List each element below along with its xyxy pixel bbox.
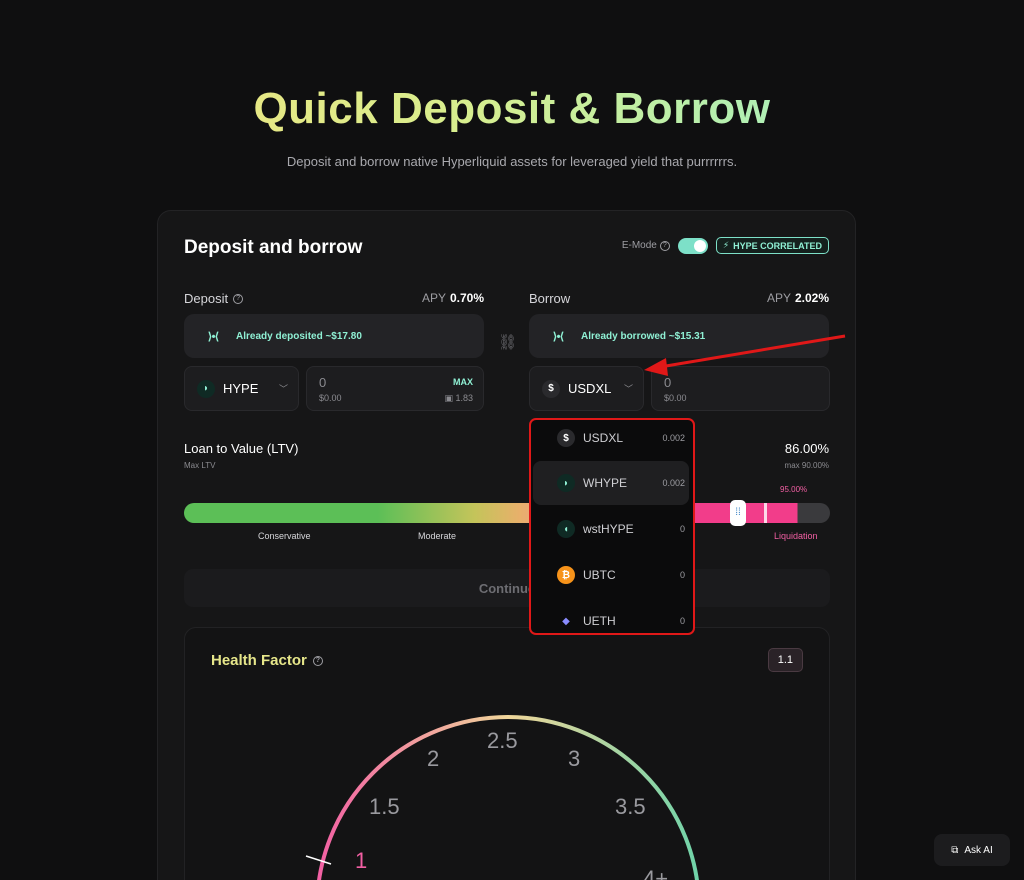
- health-factor-panel: Health Factor ? 1.1 1 1.5 2 2.5 3 3.5 4+: [184, 627, 830, 880]
- deposit-apy: APY 0.70%: [422, 291, 484, 306]
- max-button[interactable]: MAX: [453, 377, 473, 387]
- already-borrowed: ⟩•⟨ Already borrowed ~$15.31: [529, 314, 829, 358]
- borrow-label: Borrow: [529, 291, 571, 306]
- borrow-apy: APY 2.02%: [767, 291, 829, 306]
- asset-balance: 0.002: [662, 433, 685, 443]
- borrow-asset-name: USDXL: [568, 381, 612, 396]
- wallet-icon: ▣: [444, 393, 453, 403]
- link-icon[interactable]: ⛓: [498, 333, 517, 351]
- gauge-tick: 3.5: [615, 794, 646, 819]
- apy-label: APY: [421, 291, 446, 305]
- gauge-tick: 1: [355, 848, 367, 873]
- wallet-balance: ▣ 1.83: [444, 393, 473, 404]
- borrow-amount: 0: [664, 375, 672, 390]
- gauge-tick: 2.5: [487, 728, 518, 753]
- chevron-down-icon: ﹀: [278, 384, 288, 394]
- wsthype-icon: ◖: [557, 520, 575, 538]
- help-icon[interactable]: ?: [233, 293, 244, 304]
- emode-toggle[interactable]: [677, 237, 708, 254]
- ltv-slider-handle[interactable]: ⁞⁞: [730, 500, 746, 526]
- ltv-sub-label: Max LTV: [184, 461, 216, 470]
- wallet-balance-value: 1.83: [455, 393, 473, 403]
- ltv-label-conservative: Conservative: [258, 531, 311, 541]
- emode-label-text: E-Mode: [621, 240, 657, 251]
- borrow-amount-input[interactable]: 0 $0.00: [651, 366, 830, 411]
- asset-balance: 0: [679, 570, 685, 580]
- hype-correlated-badge[interactable]: ⚡ HYPE CORRELATED: [715, 237, 829, 254]
- liquidation-percent: 95.00%: [780, 485, 808, 494]
- ask-ai-label: Ask AI: [964, 844, 993, 856]
- borrow-asset-select[interactable]: $ USDXL ﹀: [529, 366, 644, 411]
- asset-name: UETH: [583, 614, 616, 628]
- dropdown-item-ubtc[interactable]: ₿ UBTC 0: [533, 553, 689, 597]
- dropdown-item-usdxl[interactable]: $ USDXL 0.002: [533, 420, 689, 460]
- asset-name: UBTC: [583, 568, 616, 582]
- deposit-label: Deposit: [184, 291, 229, 306]
- dropdown-item-whype[interactable]: ◗ WHYPE 0.002: [533, 461, 689, 505]
- ask-ai-button[interactable]: ⧉ Ask AI: [934, 834, 1010, 866]
- hyperliquid-icon: ⟩•⟨: [552, 330, 565, 343]
- borrow-apy-value: 2.02%: [794, 291, 829, 305]
- ltv-label-liquidation: Liquidation: [774, 531, 818, 541]
- asset-balance: 0: [679, 616, 685, 626]
- borrow-header: Borrow APY 2.02%: [529, 291, 829, 306]
- emode-controls: E-Mode ? ⚡ HYPE CORRELATED: [622, 237, 829, 254]
- gauge-tick: 4+: [643, 866, 668, 880]
- gauge-tick: 1.5: [369, 794, 400, 819]
- page-title: Quick Deposit & Borrow: [0, 84, 1024, 134]
- ethereum-icon: ◆: [562, 615, 570, 627]
- hype-icon: ◗: [557, 474, 575, 492]
- help-icon[interactable]: ?: [659, 240, 670, 251]
- card-title: Deposit and borrow: [184, 237, 363, 258]
- borrow-asset-dropdown: $ USDXL 0.002 ◗ WHYPE 0.002 ◖ wstHYPE 0 …: [529, 418, 695, 635]
- chevron-down-icon: ﹀: [623, 384, 633, 394]
- gauge-needle: [305, 855, 332, 865]
- continue-button[interactable]: Continue: [184, 569, 830, 607]
- page-subtitle: Deposit and borrow native Hyperliquid as…: [286, 154, 738, 169]
- apy-label: APY: [766, 291, 791, 305]
- asset-balance: 0.002: [662, 478, 685, 488]
- deposit-asset-name: HYPE: [223, 381, 259, 396]
- ltv-label: Loan to Value (LTV): [184, 441, 299, 456]
- deposit-borrow-card: Deposit and borrow E-Mode ? ⚡ HYPE CORRE…: [157, 210, 856, 880]
- ltv-max: max 90.00%: [784, 461, 829, 470]
- asset-name: wstHYPE: [583, 522, 634, 536]
- asset-name: WHYPE: [583, 476, 628, 490]
- deposit-apy-value: 0.70%: [449, 291, 484, 305]
- deposit-amount: 0: [319, 375, 327, 390]
- hype-icon: ◗: [197, 379, 215, 398]
- already-borrowed-text: Already borrowed ~$15.31: [581, 330, 706, 342]
- liquidation-marker: [764, 503, 767, 523]
- hyperliquid-icon: ⟩•⟨: [207, 330, 220, 343]
- emode-label: E-Mode ?: [622, 240, 670, 251]
- dropdown-item-ueth[interactable]: ◆ UETH 0: [533, 599, 689, 633]
- badge-text: HYPE CORRELATED: [733, 240, 822, 251]
- health-factor-gauge: 1 1.5 2 2.5 3 3.5 4+: [305, 715, 699, 880]
- asset-name: USDXL: [583, 431, 624, 445]
- already-deposited: ⟩•⟨ Already deposited ~$17.80: [184, 314, 484, 358]
- ltv-label-moderate: Moderate: [418, 531, 457, 541]
- deposit-header: Deposit ? APY 0.70%: [184, 291, 484, 306]
- dollar-icon: $: [542, 379, 560, 398]
- gauge-tick: 3: [568, 746, 580, 771]
- dollar-icon: $: [557, 429, 575, 447]
- ltv-value: 86.00%: [784, 441, 829, 456]
- dropdown-item-wsthype[interactable]: ◖ wstHYPE 0: [533, 507, 689, 551]
- deposit-asset-select[interactable]: ◗ HYPE ﹀: [184, 366, 299, 411]
- chat-icon: ⧉: [951, 844, 959, 856]
- borrow-amount-usd: $0.00: [664, 393, 687, 403]
- bitcoin-icon: ₿: [557, 566, 575, 584]
- gauge-tick: 2: [427, 746, 439, 771]
- deposit-amount-input[interactable]: 0 $0.00 MAX ▣ 1.83: [306, 366, 484, 411]
- lightning-icon: ⚡: [722, 240, 730, 250]
- already-deposited-text: Already deposited ~$17.80: [236, 330, 362, 342]
- asset-balance: 0: [679, 524, 685, 534]
